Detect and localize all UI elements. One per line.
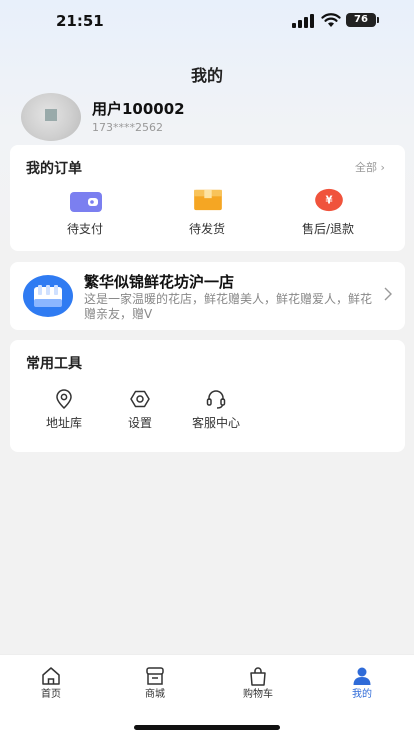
- tab-cart[interactable]: 购物车: [223, 665, 293, 700]
- home-indicator: [134, 725, 280, 730]
- gear-icon: [130, 390, 150, 408]
- phone-number: 173****2562: [92, 121, 163, 134]
- order-pending-shipment[interactable]: 待发货: [162, 186, 252, 236]
- tab-home[interactable]: 首页: [16, 665, 86, 700]
- avatar[interactable]: [21, 93, 81, 141]
- headset-icon: [206, 390, 226, 409]
- bag-icon: [250, 667, 266, 686]
- all-orders-link[interactable]: 全部 ›: [355, 159, 385, 175]
- battery-tip: [377, 17, 379, 23]
- chevron-right-icon[interactable]: [383, 287, 393, 301]
- tab-mine[interactable]: 我的: [327, 665, 397, 700]
- storefront-icon: [34, 285, 62, 307]
- box-icon: [194, 189, 222, 211]
- wallet-icon: [70, 192, 102, 212]
- tab-label: 首页: [41, 689, 61, 700]
- tool-address-book[interactable]: 地址库: [24, 388, 104, 434]
- all-orders-label: 全部: [355, 161, 377, 174]
- location-icon: [56, 389, 72, 410]
- tab-label: 商城: [145, 689, 165, 700]
- order-label: 待发货: [188, 222, 225, 236]
- shop-name: 繁华似锦鲜花坊沪一店: [84, 273, 235, 291]
- status-time: 21:51: [56, 12, 104, 30]
- wifi-icon: [321, 13, 341, 27]
- page-title: 我的: [190, 66, 223, 85]
- order-pending-payment[interactable]: 待支付: [40, 186, 130, 236]
- shop-description: 这是一家温暖的花店，鲜花赠美人，鲜花赠爱人，鲜花赠亲友，赠V: [84, 292, 373, 321]
- chevron-right-icon: ›: [377, 161, 385, 174]
- home-icon: [42, 667, 60, 685]
- username: 用户100002: [92, 100, 185, 118]
- order-label: 待支付: [66, 222, 103, 236]
- refund-icon: ¥: [315, 188, 343, 212]
- battery-icon: 76: [346, 13, 376, 27]
- order-label: 售后/退款: [301, 222, 355, 236]
- tool-customer-service[interactable]: 客服中心: [176, 388, 256, 434]
- orders-title: 我的订单: [26, 161, 82, 177]
- shop-logo: [23, 275, 73, 317]
- cellular-signal-icon: [292, 14, 314, 28]
- tab-store[interactable]: 商城: [120, 665, 190, 700]
- avatar-image-detail: [45, 109, 57, 121]
- tools-title: 常用工具: [26, 356, 82, 372]
- store-icon: [146, 667, 164, 685]
- svg-text:¥: ¥: [325, 196, 332, 207]
- tool-label: 地址库: [45, 416, 82, 430]
- tool-settings[interactable]: 设置: [100, 388, 180, 434]
- tab-label: 购物车: [243, 689, 273, 700]
- order-after-sales[interactable]: ¥ 售后/退款: [283, 186, 373, 236]
- tool-label: 客服中心: [191, 416, 240, 430]
- tool-label: 设置: [127, 416, 152, 430]
- tab-label-active: 我的: [352, 689, 372, 700]
- user-icon: [353, 667, 371, 685]
